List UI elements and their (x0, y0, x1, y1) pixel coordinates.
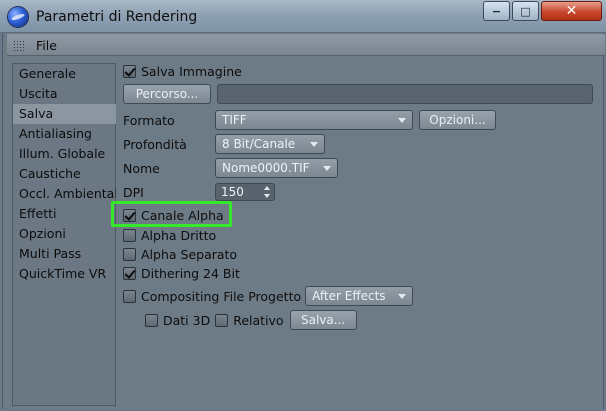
sidebar-item-opzioni[interactable]: Opzioni (13, 224, 116, 244)
close-button[interactable]: ✕ (541, 1, 602, 21)
minimize-icon: − (491, 4, 502, 18)
close-icon: ✕ (565, 3, 578, 19)
alpha-dritto-row: Alpha Dritto (123, 225, 216, 245)
sidebar-item-antialiasing[interactable]: Antialiasing (13, 124, 116, 144)
dati-3d-label: Dati 3D (163, 312, 211, 328)
relativo-checkbox[interactable] (215, 313, 229, 327)
window-title: Parametri di Rendering (36, 9, 198, 25)
alpha-dritto-checkbox[interactable] (123, 228, 136, 242)
cinema4d-app-icon (8, 7, 28, 27)
sidebar-item-effetti[interactable]: Effetti (13, 204, 116, 224)
settings-category-list: Generale Uscita Salva Antialiasing Illum… (12, 63, 116, 406)
alpha-dritto-label: Alpha Dritto (141, 227, 217, 243)
sidebar-item-occl-ambientale[interactable]: Occl. Ambientale (13, 184, 116, 204)
compositing-checkbox[interactable] (123, 289, 136, 303)
alpha-separato-row: Alpha Separato (123, 244, 237, 264)
minimize-button[interactable]: − (483, 1, 510, 21)
dithering-row: Dithering 24 Bit (123, 263, 240, 283)
maximize-button[interactable]: □ (512, 1, 539, 21)
menu-grip-icon[interactable] (13, 40, 25, 51)
sidebar-item-salva[interactable]: Salva (13, 104, 116, 124)
sidebar-item-quicktime-vr[interactable]: QuickTime VR (13, 264, 116, 284)
nome-label: Nome (123, 160, 160, 176)
maximize-icon: □ (520, 4, 531, 18)
formato-label: Formato (123, 112, 175, 128)
profondita-row: Profondità 8 Bit/Canale (123, 134, 325, 154)
canale-alpha-row: Canale Alpha (123, 205, 224, 225)
dithering-checkbox[interactable] (123, 266, 136, 280)
percorso-row: Percorso... (123, 84, 593, 104)
nome-value: Nome0000.TIF (222, 161, 310, 175)
dati-3d-checkbox[interactable] (145, 313, 158, 327)
dpi-stepper[interactable]: 150 (215, 183, 275, 201)
compositing-dropdown[interactable]: After Effects (305, 286, 414, 306)
compositing-row: Compositing File Progetto After Effects (123, 286, 414, 306)
menu-bar: File (7, 34, 605, 56)
formato-row: Formato TIFF Opzioni... (123, 110, 496, 130)
dpi-label: DPI (123, 184, 144, 200)
percorso-field[interactable] (217, 84, 593, 104)
profondita-label: Profondità (123, 136, 187, 152)
compositing-label: Compositing File Progetto (141, 288, 302, 304)
formato-value: TIFF (222, 113, 247, 127)
sidebar-item-caustiche[interactable]: Caustiche (13, 164, 116, 184)
formato-dropdown[interactable]: TIFF (215, 110, 413, 130)
sidebar-item-generale[interactable]: Generale (13, 64, 116, 84)
chevron-down-icon (323, 166, 331, 171)
salva-settings-panel: Salva Immagine Percorso... Formato TIFF … (119, 61, 605, 407)
dithering-label: Dithering 24 Bit (141, 265, 240, 281)
salva-button[interactable]: Salva... (289, 310, 357, 330)
alpha-separato-label: Alpha Separato (141, 246, 238, 262)
alpha-separato-checkbox[interactable] (123, 247, 136, 261)
chevron-down-icon (398, 118, 406, 123)
chevron-down-icon (398, 294, 407, 299)
compositing-value: After Effects (312, 289, 386, 303)
sidebar-item-uscita[interactable]: Uscita (13, 84, 116, 104)
salva-immagine-label: Salva Immagine (141, 63, 242, 79)
percorso-button[interactable]: Percorso... (123, 84, 211, 104)
canale-alpha-checkbox[interactable] (123, 208, 136, 222)
dati-3d-row: Dati 3D Relativo Salva... (145, 310, 357, 330)
chevron-down-icon (310, 142, 318, 147)
salva-immagine-row: Salva Immagine (123, 61, 242, 81)
profondita-value: 8 Bit/Canale (222, 137, 296, 151)
nome-dropdown[interactable]: Nome0000.TIF (215, 158, 338, 178)
sidebar-item-illum-globale[interactable]: Illum. Globale (13, 144, 116, 164)
sidebar-item-multi-pass[interactable]: Multi Pass (13, 244, 116, 264)
dpi-value: 150 (221, 185, 244, 199)
salva-immagine-checkbox[interactable] (123, 64, 136, 78)
canale-alpha-label: Canale Alpha (141, 207, 224, 223)
menu-file[interactable]: File (36, 38, 57, 53)
nome-row: Nome Nome0000.TIF (123, 158, 338, 178)
relativo-label: Relativo (233, 312, 284, 328)
opzioni-button[interactable]: Opzioni... (419, 110, 496, 130)
dpi-row: DPI 150 (123, 182, 275, 202)
stepper-arrows-icon[interactable] (263, 186, 271, 198)
render-settings-window: File Generale Uscita Salva Antialiasing … (2, 33, 605, 409)
profondita-dropdown[interactable]: 8 Bit/Canale (215, 134, 325, 154)
title-bar: Parametri di Rendering − □ ✕ (0, 0, 606, 33)
